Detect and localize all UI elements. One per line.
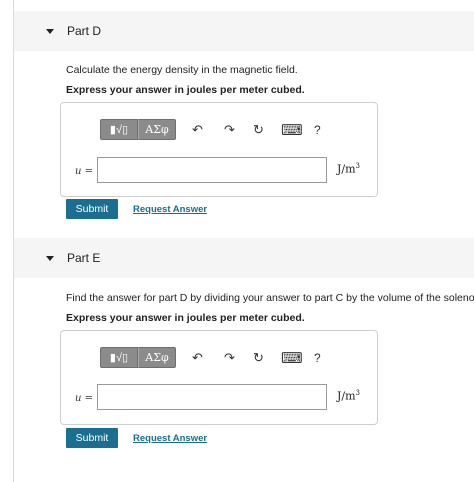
reset-icon[interactable]: ↻ xyxy=(253,119,264,140)
part-e-instruction: Express your answer in joules per meter … xyxy=(66,312,305,324)
submit-button[interactable]: Submit xyxy=(66,199,118,219)
redo-icon[interactable]: ↷ xyxy=(224,119,235,140)
answer-input[interactable] xyxy=(97,384,327,410)
request-answer-link[interactable]: Request Answer xyxy=(133,433,207,444)
request-answer-link[interactable]: Request Answer xyxy=(133,204,207,215)
part-d-instruction: Express your answer in joules per meter … xyxy=(66,84,305,96)
templates-icon: ▮√▯ xyxy=(109,352,129,364)
collapse-caret-icon[interactable] xyxy=(46,255,54,261)
templates-button[interactable]: ▮√▯ xyxy=(100,347,138,368)
greek-icon: ΑΣφ xyxy=(145,123,169,136)
greek-symbols-button[interactable]: ΑΣφ xyxy=(138,119,176,140)
reset-icon[interactable]: ↻ xyxy=(253,347,264,368)
collapse-caret-icon[interactable] xyxy=(46,28,54,34)
undo-icon[interactable]: ↶ xyxy=(192,347,203,368)
undo-icon[interactable]: ↶ xyxy=(192,119,203,140)
math-toolbar: ▮√▯ ΑΣφ xyxy=(100,119,176,140)
help-icon[interactable]: ? xyxy=(314,347,321,368)
part-e-answer-box: ▮√▯ ΑΣφ ↶ ↷ ↻ ⌨ ? u = J/m3 xyxy=(60,330,378,425)
variable-label: u = xyxy=(75,393,93,404)
part-e-title: Part E xyxy=(67,251,101,265)
greek-icon: ΑΣφ xyxy=(145,351,169,364)
part-d-prompt: Calculate the energy density in the magn… xyxy=(66,64,298,76)
part-e-header[interactable]: Part E xyxy=(14,238,474,278)
templates-button[interactable]: ▮√▯ xyxy=(100,119,138,140)
variable-label: u = xyxy=(75,166,93,177)
math-toolbar: ▮√▯ ΑΣφ xyxy=(100,347,176,368)
part-d-title: Part D xyxy=(67,24,102,38)
unit-label: J/m3 xyxy=(337,162,361,176)
part-d-answer-box: ▮√▯ ΑΣφ ↶ ↷ ↻ ⌨ ? u = J/m3 xyxy=(60,102,378,197)
templates-icon: ▮√▯ xyxy=(109,124,129,136)
submit-button[interactable]: Submit xyxy=(66,428,118,448)
greek-symbols-button[interactable]: ΑΣφ xyxy=(138,347,176,368)
unit-label: J/m3 xyxy=(337,389,361,403)
redo-icon[interactable]: ↷ xyxy=(224,347,235,368)
part-d-header[interactable]: Part D xyxy=(14,11,474,51)
answer-input[interactable] xyxy=(97,157,327,183)
help-icon[interactable]: ? xyxy=(314,119,321,140)
keyboard-icon[interactable]: ⌨ xyxy=(281,347,303,368)
keyboard-icon[interactable]: ⌨ xyxy=(281,119,303,140)
part-e-prompt: Find the answer for part D by dividing y… xyxy=(66,292,474,304)
